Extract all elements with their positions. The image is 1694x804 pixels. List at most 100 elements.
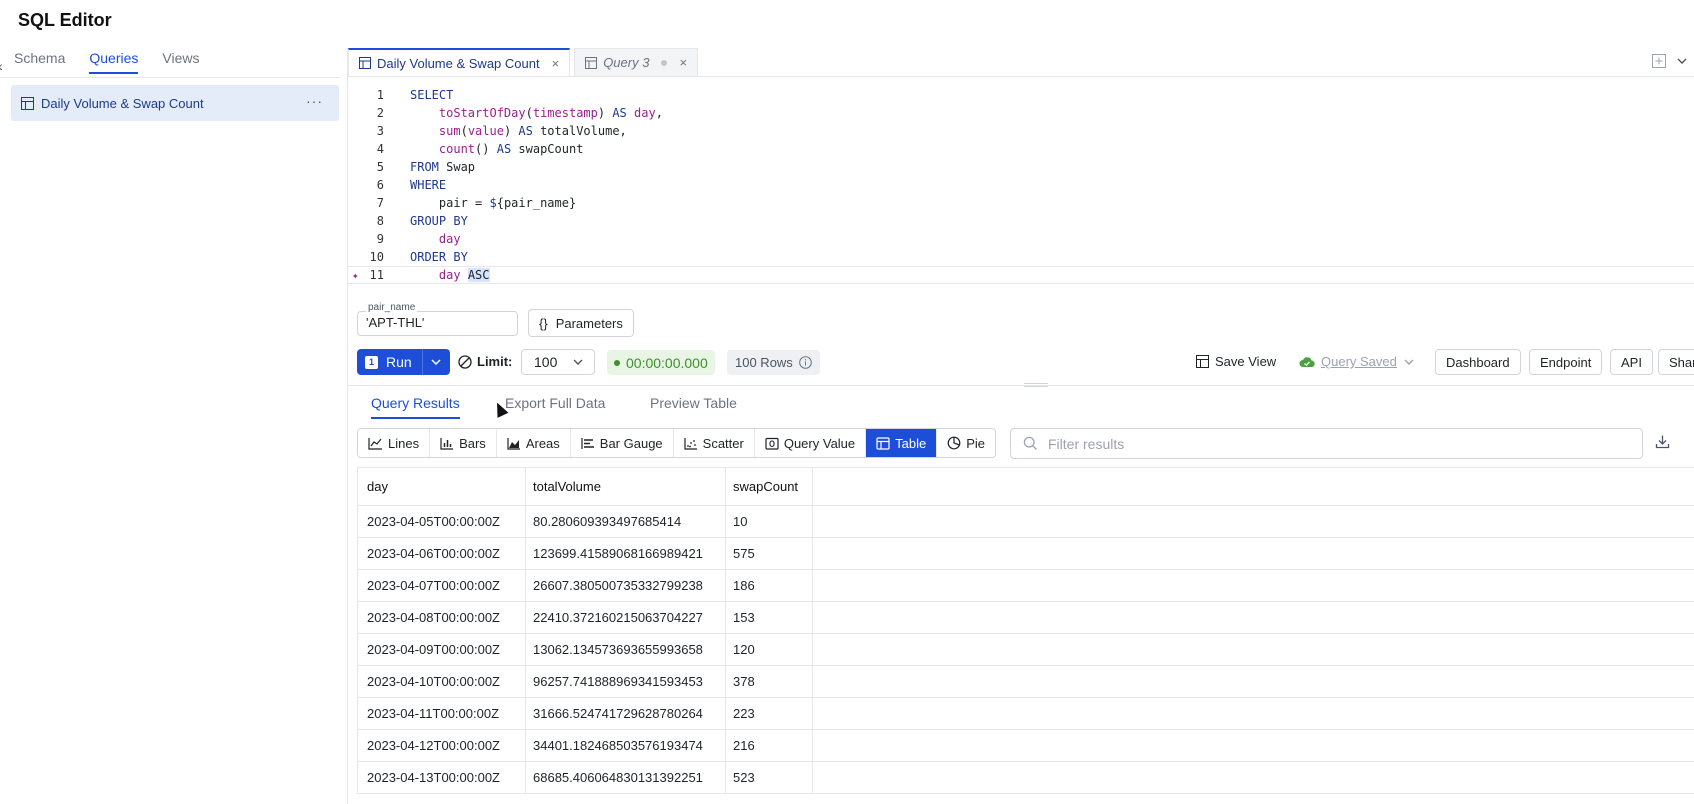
new-tab-icon[interactable] (1652, 54, 1666, 68)
divider (348, 385, 1694, 386)
viz-lines-button[interactable]: Lines (358, 429, 431, 457)
filter-results-input[interactable]: Filter results (1010, 428, 1643, 459)
status-dot-icon (614, 359, 620, 366)
table-row[interactable]: 2023-04-09T00:00:00Z 13062.13457369365599… (358, 634, 1694, 666)
code-line[interactable]: 8 GROUP BY (348, 212, 1694, 230)
table-cell: 2023-04-08T00:00:00Z (358, 602, 526, 633)
close-icon[interactable]: × (679, 55, 687, 70)
code-line[interactable]: 5 FROM Swap (348, 158, 1694, 176)
code-token: {pair_name} (496, 196, 577, 210)
code-token: sum (438, 124, 461, 138)
save-view-button[interactable]: Save View (1196, 354, 1276, 369)
line-number: 9 (376, 232, 384, 246)
code-line[interactable]: 10 ORDER BY (348, 248, 1694, 266)
table-row[interactable]: 2023-04-12T00:00:00Z 34401.18246850357619… (358, 730, 1694, 762)
chevron-down-icon (1404, 359, 1414, 365)
tab-preview-table[interactable]: Preview Table (650, 395, 737, 417)
pair-name-input[interactable]: 'APT-THL' (357, 311, 518, 336)
table-row[interactable]: 2023-04-08T00:00:00Z 22410.37216021506370… (358, 602, 1694, 634)
viz-pie-button[interactable]: Pie (937, 429, 996, 457)
page-title: SQL Editor (18, 10, 112, 30)
code-token: day (438, 268, 461, 282)
tab-export-full-data[interactable]: Export Full Data (505, 395, 605, 417)
tab-queries[interactable]: Queries (89, 50, 139, 74)
code-line[interactable]: 1 SELECT (348, 86, 1694, 104)
table-cell: 31666.524741729628780264 (526, 698, 726, 729)
table-cell: 2023-04-05T00:00:00Z (358, 506, 526, 537)
tab-daily-volume[interactable]: Daily Volume & Swap Count × (348, 48, 571, 76)
table-cell: 26607.380500735332799238 (526, 570, 726, 601)
code-line[interactable]: 4 count() AS swapCount (348, 140, 1694, 158)
table-row[interactable]: 2023-04-05T00:00:00Z 80.28060939349768541… (358, 506, 1694, 538)
tab-views[interactable]: Views (162, 50, 199, 74)
column-header-totalvolume[interactable]: totalVolume (526, 468, 726, 505)
table-row[interactable]: 2023-04-10T00:00:00Z 96257.74188896934159… (358, 666, 1694, 698)
table-cell: 2023-04-11T00:00:00Z (358, 698, 526, 729)
code-token: Swap (438, 160, 476, 174)
run-options-button[interactable] (421, 349, 450, 375)
collapse-chevron-icon[interactable]: ‹ (0, 58, 3, 74)
ai-sparkle-icon[interactable]: ✦ (352, 269, 359, 282)
code-text: day (410, 232, 461, 246)
limit-select[interactable]: 100 (521, 349, 595, 375)
code-token: AS (612, 106, 627, 120)
table-icon (585, 56, 598, 69)
table-row[interactable]: 2023-04-11T00:00:00Z 31666.52474172962878… (358, 698, 1694, 730)
table-cell-empty (813, 666, 1694, 697)
api-button[interactable]: API (1610, 349, 1653, 375)
endpoint-button[interactable]: Endpoint (1529, 349, 1603, 375)
chevron-down-icon[interactable] (1676, 54, 1688, 68)
limit-label: Limit: (458, 354, 512, 369)
chevron-down-icon (573, 359, 583, 365)
viz-table-button[interactable]: Table (866, 429, 938, 457)
viz-bar-gauge-button[interactable]: Bar Gauge (570, 429, 674, 457)
cloud-check-icon (1299, 356, 1315, 367)
column-header-swapcount[interactable]: swapCount (726, 468, 813, 505)
table-row[interactable]: 2023-04-13T00:00:00Z 68685.40606483013139… (358, 762, 1694, 794)
code-text: SELECT (410, 88, 453, 102)
query-saved-status[interactable]: Query Saved (1299, 354, 1415, 369)
code-token: ) (597, 106, 613, 120)
run-button[interactable]: 1 Run (357, 349, 422, 375)
table-row[interactable]: 2023-04-06T00:00:00Z 123699.4158906816698… (358, 538, 1694, 570)
close-icon[interactable]: × (552, 56, 560, 71)
code-line[interactable]: 3 sum(value) AS totalVolume, (348, 122, 1694, 140)
code-line[interactable]: 7 pair = ${pair_name} (348, 194, 1694, 212)
viz-query-value-button[interactable]: Query Value (754, 429, 867, 457)
tab-tools (1652, 54, 1688, 68)
bar-gauge-icon (581, 437, 594, 449)
sidebar-item-query[interactable]: Daily Volume & Swap Count ··· (11, 85, 339, 121)
viz-areas-button[interactable]: Areas (496, 429, 571, 457)
chevron-down-icon (431, 359, 441, 366)
code-text: toStartOfDay(timestamp) AS day, (410, 106, 663, 120)
column-header-empty (813, 468, 1694, 505)
column-header-day[interactable]: day (358, 468, 526, 505)
viz-scatter-button[interactable]: Scatter (673, 429, 755, 457)
sql-code-editor[interactable]: 1 SELECT 2 toStartOfDay(timestamp) AS day,… (348, 86, 1694, 284)
share-button[interactable]: Shar (1658, 349, 1694, 375)
table-cell: 120 (726, 634, 813, 665)
table-icon (21, 96, 34, 110)
more-options-icon[interactable]: ··· (306, 93, 323, 109)
code-line[interactable]: 2 toStartOfDay(timestamp) AS day, (348, 104, 1694, 122)
tab-query-3[interactable]: Query 3 × (574, 48, 699, 76)
code-line[interactable]: 9 day (348, 230, 1694, 248)
limit-value: 100 (534, 354, 558, 370)
viz-bars-button[interactable]: Bars (430, 429, 497, 457)
execution-timer: 00:00:00.000 (607, 350, 715, 375)
parameters-button[interactable]: {} Parameters (528, 309, 634, 337)
dashboard-button[interactable]: Dashboard (1435, 349, 1521, 375)
code-line[interactable]: 6 WHERE (348, 176, 1694, 194)
table-cell: 153 (726, 602, 813, 633)
line-number: 10 (369, 250, 384, 264)
code-line[interactable]: ✦ 11 day ASC (348, 266, 1694, 284)
code-token: pair = (410, 196, 490, 210)
table-cell: 2023-04-13T00:00:00Z (358, 762, 526, 793)
tab-query-results[interactable]: Query Results (371, 395, 460, 419)
download-icon[interactable] (1655, 434, 1670, 449)
table-row[interactable]: 2023-04-07T00:00:00Z 26607.38050073533279… (358, 570, 1694, 602)
tab-schema[interactable]: Schema (14, 50, 65, 74)
